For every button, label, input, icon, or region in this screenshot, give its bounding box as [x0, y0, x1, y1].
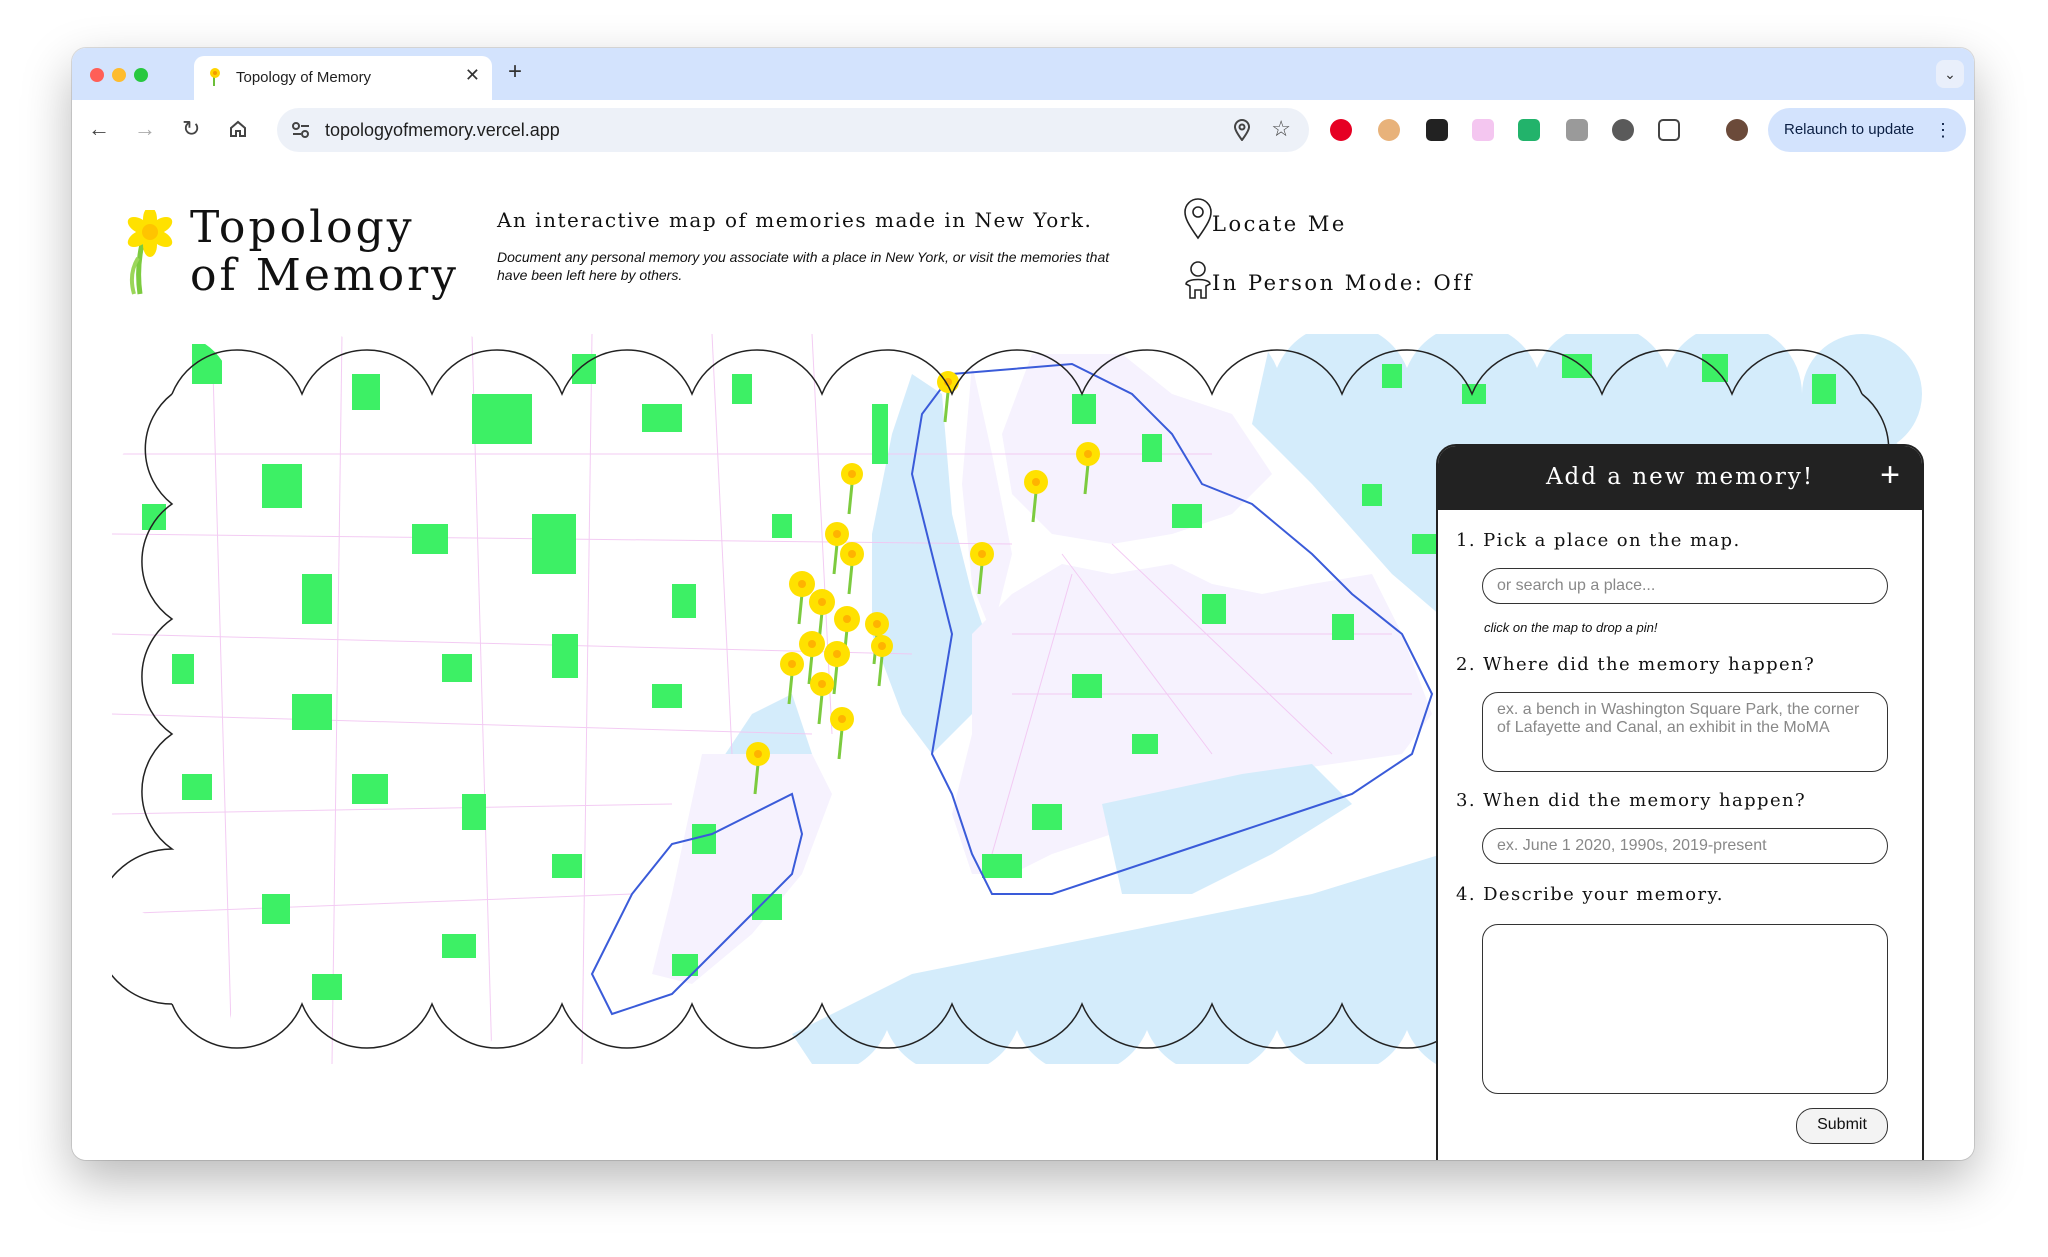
browser-toolbar: ← → ↻ topologyofmemory.vercel.app ☆ Rela…	[72, 100, 1974, 163]
reload-icon[interactable]: ↻	[182, 116, 200, 142]
profile-avatar[interactable]	[1726, 119, 1748, 141]
back-icon[interactable]: ←	[88, 116, 110, 142]
drop-pin-hint: click on the map to drop a pin!	[1484, 620, 1658, 635]
add-memory-panel: Add a new memory! + 1. Pick a place on t…	[1436, 444, 1924, 1160]
daffodil-logo-icon	[120, 207, 174, 301]
step-3-label: 3. When did the memory happen?	[1456, 790, 1807, 811]
more-menu-icon[interactable]: ⋮	[1934, 108, 1952, 152]
site-settings-icon[interactable]	[291, 121, 311, 144]
relaunch-label: Relaunch to update	[1784, 121, 1915, 138]
step-1-label: 1. Pick a place on the map.	[1456, 530, 1741, 551]
site-title-line2: of Memory	[190, 250, 459, 301]
shield-check-extension-icon[interactable]	[1518, 119, 1540, 141]
extensions-puzzle-icon[interactable]	[1658, 119, 1680, 141]
new-tab-icon[interactable]: +	[508, 58, 522, 86]
panel-title: Add a new memory!	[1545, 464, 1815, 490]
forward-icon[interactable]: →	[134, 116, 156, 142]
step-4-label: 4. Describe your memory.	[1456, 884, 1724, 905]
web-page: Topology of Memory An interactive map of…	[72, 162, 1974, 1160]
person-icon[interactable]	[1182, 260, 1214, 305]
in-person-mode-toggle[interactable]: In Person Mode: Off	[1212, 271, 1474, 295]
describe-memory-input[interactable]	[1482, 924, 1888, 1094]
url-text: topologyofmemory.vercel.app	[325, 120, 560, 140]
daffodil-favicon-icon	[208, 67, 222, 92]
panel-header: Add a new memory! +	[1438, 446, 1922, 510]
tab-topology-of-memory[interactable]: Topology of Memory ✕	[194, 56, 492, 100]
pinterest-extension-icon[interactable]	[1330, 119, 1352, 141]
relaunch-to-update-button[interactable]: Relaunch to update ⋮	[1768, 108, 1966, 152]
bookmark-star-icon[interactable]: ☆	[1271, 116, 1291, 142]
location-pin-icon[interactable]	[1182, 198, 1214, 245]
locate-me-button[interactable]: Locate Me	[1212, 212, 1347, 236]
step-2-label: 2. Where did the memory happen?	[1456, 654, 1816, 675]
site-description: Document any personal memory you associa…	[497, 249, 1110, 283]
location-pin-icon[interactable]	[1233, 119, 1251, 146]
address-bar[interactable]: topologyofmemory.vercel.app ☆	[277, 108, 1309, 152]
minimize-window-button[interactable]	[112, 68, 126, 82]
face-extension-icon[interactable]	[1378, 119, 1400, 141]
color-picker-extension-icon[interactable]	[1472, 119, 1494, 141]
submit-button[interactable]: Submit	[1796, 1108, 1888, 1144]
tab-bar: Topology of Memory ✕ + ⌄	[72, 48, 1974, 100]
site-title-line1: Topology	[190, 202, 415, 253]
close-window-button[interactable]	[90, 68, 104, 82]
when-memory-input[interactable]	[1482, 828, 1888, 864]
notes-extension-icon[interactable]	[1566, 119, 1588, 141]
tagline: An interactive map of memories made in N…	[497, 208, 1093, 232]
tab-title: Topology of Memory	[236, 69, 372, 86]
font-extension-icon[interactable]	[1426, 119, 1448, 141]
site-title: Topology of Memory	[190, 204, 459, 300]
tab-search-chevron-icon[interactable]: ⌄	[1936, 60, 1964, 88]
browser-window: Topology of Memory ✕ + ⌄ ← → ↻ topologyo…	[72, 48, 1974, 1160]
privacy-extension-icon[interactable]	[1612, 119, 1634, 141]
where-memory-input[interactable]	[1482, 692, 1888, 772]
place-search-input[interactable]	[1482, 568, 1888, 604]
zoom-window-button[interactable]	[134, 68, 148, 82]
close-tab-icon[interactable]: ✕	[465, 65, 480, 86]
plus-icon[interactable]: +	[1880, 456, 1900, 495]
home-icon[interactable]	[228, 119, 248, 144]
